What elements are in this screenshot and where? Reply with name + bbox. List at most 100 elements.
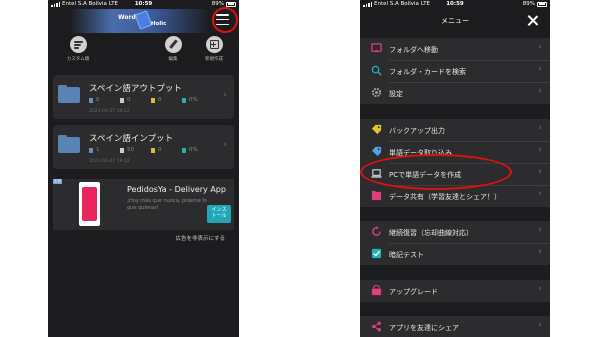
chevron-right-icon: ›	[223, 140, 227, 150]
shared-folder-icon	[371, 190, 382, 201]
menu-item-search[interactable]: フォルダ・カードを検索 ›	[360, 60, 550, 82]
ad-title: PedidosYa - Delivery App	[127, 185, 226, 194]
menu-item-test[interactable]: 暗記テスト ›	[360, 243, 550, 265]
ad-install-button[interactable]: インス トール	[207, 205, 231, 223]
folder-stats: 1 50 0 0%	[89, 147, 210, 153]
menu-label: 継続復習（忘却曲線対応）	[389, 229, 473, 237]
menu-item-settings[interactable]: 設定 ›	[360, 82, 550, 104]
refresh-icon	[372, 226, 381, 236]
menu-group-upgrade: アップグレード ›	[360, 280, 550, 302]
chevron-right-icon: ›	[538, 225, 542, 235]
gear-icon	[371, 87, 382, 98]
status-bar: Entel S.A Bolivia LTE 10:59 89%	[360, 0, 550, 9]
chevron-right-icon: ›	[538, 123, 542, 133]
close-icon[interactable]	[527, 15, 538, 26]
chevron-right-icon: ›	[538, 284, 542, 294]
menu-label: バックアップ出力	[389, 127, 445, 135]
blue-card-icon	[89, 147, 93, 153]
folder-icon	[58, 134, 80, 153]
chevron-right-icon: ›	[223, 90, 227, 100]
menu-title: メニュー	[441, 17, 469, 25]
bookmark-icon	[151, 97, 155, 103]
edit-button[interactable]: 編集	[161, 36, 185, 62]
ad-app-image	[79, 182, 100, 226]
ad-badge: 広告	[53, 179, 62, 184]
menu-label: データ共有（学習友達とシェア！）	[389, 193, 501, 201]
logo-word-text: Word	[118, 14, 136, 21]
folder-toolbar: カスタム順 編集 新規作成	[48, 36, 239, 68]
status-time: 10:59	[134, 1, 153, 7]
menu-header: メニュー	[360, 9, 550, 33]
add-box-icon	[205, 36, 223, 53]
battery-icon	[537, 1, 547, 7]
chevron-right-icon: ›	[538, 42, 542, 52]
battery-icon	[226, 1, 236, 7]
chevron-right-icon: ›	[538, 320, 542, 330]
bookmark-icon	[151, 147, 155, 153]
menu-item-move-folder[interactable]: フォルダへ移動 ›	[360, 38, 550, 60]
stat-percent: 0%	[189, 147, 198, 153]
menu-group-navigation: フォルダへ移動 › フォルダ・カードを検索 › 設定 ›	[360, 38, 550, 104]
chevron-right-icon: ›	[538, 247, 542, 257]
menu-label: 設定	[389, 90, 403, 98]
folder-stats: 0 0 0 0%	[89, 97, 210, 103]
stat-yellow: 0	[158, 97, 162, 103]
share-icon	[372, 321, 381, 332]
menu-group-study: 継続復習（忘却曲線対応） › 暗記テスト ›	[360, 221, 550, 265]
folder-date: 2021-04-27 19:22	[89, 159, 130, 164]
app-header: Word Holic	[48, 9, 239, 33]
edit-label: 編集	[168, 57, 178, 62]
stat-percent: 0%	[189, 97, 198, 103]
stat-white: 0	[127, 97, 131, 103]
menu-item-backup[interactable]: バックアップ出力 ›	[360, 119, 550, 141]
battery-percent: 89%	[522, 1, 535, 7]
logo-holic-text: Holic	[151, 21, 167, 27]
pencil-icon	[164, 36, 182, 53]
status-time: 10:59	[446, 1, 464, 7]
stat-white: 50	[127, 147, 134, 153]
menu-label: 暗記テスト	[389, 251, 424, 259]
folder-title: スペイン語アウトプット	[89, 84, 182, 94]
check-icon	[182, 147, 186, 153]
stat-blue: 0	[96, 97, 100, 103]
white-card-icon	[120, 147, 124, 153]
menu-item-review[interactable]: 継続復習（忘却曲線対応） ›	[360, 221, 550, 243]
ad-banner[interactable]: 広告 PedidosYa - Delivery App ¡Hoy más que…	[53, 179, 234, 230]
battery-info: 89%	[523, 1, 547, 7]
hide-ad-link[interactable]: 広告を非表示にする	[175, 234, 225, 242]
sort-button[interactable]: カスタム順	[60, 36, 96, 62]
chevron-right-icon: ›	[538, 86, 542, 96]
folder-date: 2021-04-27 19:22	[89, 109, 130, 114]
checkbox-icon	[371, 248, 382, 259]
folder-card[interactable]: スペイン語アウトプット 0 0 0 0% 2021-04-27 19:22 ›	[53, 75, 234, 119]
menu-label: アップグレード	[389, 288, 438, 296]
sort-label: カスタム順	[66, 57, 90, 62]
chevron-right-icon: ›	[538, 145, 542, 155]
blue-card-icon	[89, 97, 93, 103]
menu-label: アプリを友達にシェア	[389, 324, 459, 332]
menu-group-share: アプリを友達にシェア ›	[360, 316, 550, 337]
folder-title: スペイン語インプット	[89, 134, 174, 144]
menu-item-share-app[interactable]: アプリを友達にシェア ›	[360, 316, 550, 337]
folder-card[interactable]: スペイン語インプット 1 50 0 0% 2021-04-27 19:22 ›	[53, 125, 234, 169]
menu-label: フォルダへ移動	[389, 46, 438, 54]
ad-text: ¡Hoy más que nunca, pídeme lo que quiera…	[127, 198, 207, 211]
tag-icon	[371, 124, 382, 135]
menu-item-upgrade[interactable]: アップグレード ›	[360, 280, 550, 302]
new-label: 新規作成	[205, 57, 223, 62]
highlight-circle	[212, 7, 238, 33]
install-label-2: トール	[211, 213, 227, 219]
battery-percent: 89%	[211, 1, 224, 7]
check-icon	[182, 97, 186, 103]
stat-yellow: 0	[158, 147, 162, 153]
chevron-right-icon: ›	[538, 189, 542, 199]
sort-lines-icon	[69, 36, 87, 53]
import-tag-icon	[371, 146, 382, 157]
folder-icon	[58, 84, 80, 103]
chevron-right-icon: ›	[538, 167, 542, 177]
new-folder-button[interactable]: 新規作成	[200, 36, 228, 62]
shop-icon	[371, 285, 382, 296]
white-card-icon	[120, 97, 124, 103]
search-icon	[371, 65, 382, 76]
move-to-folder-icon	[371, 43, 382, 53]
